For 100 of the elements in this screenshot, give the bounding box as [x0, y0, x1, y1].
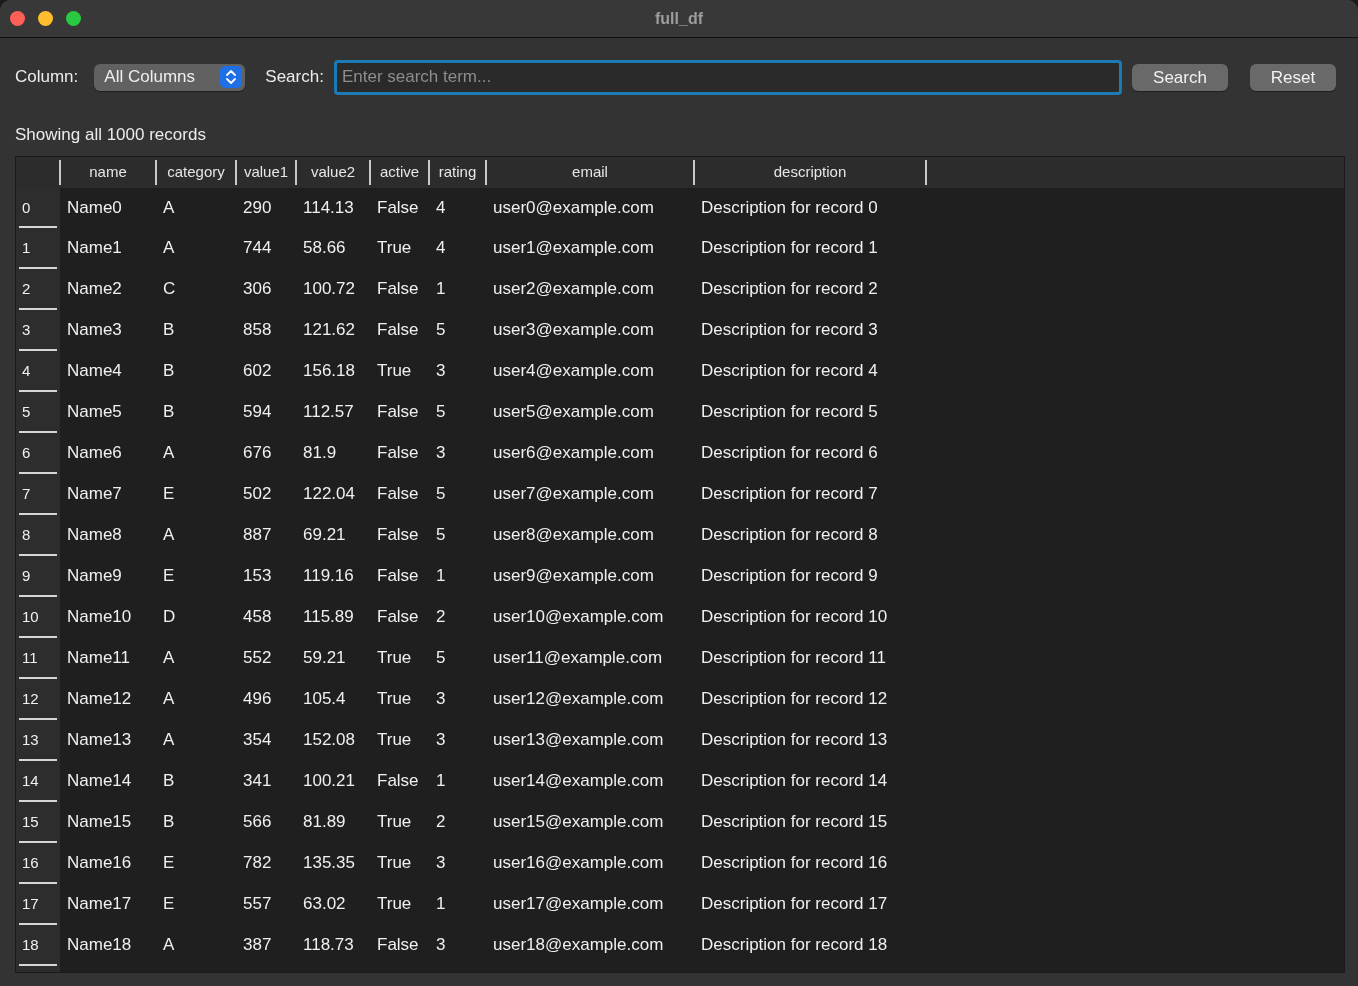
table-cell-text: False [376, 770, 420, 793]
table-cell-text: 100.72 [302, 278, 356, 301]
row-index[interactable]: 11 [16, 637, 60, 679]
table-cell-text: user7@example.com [492, 483, 655, 506]
table-cell-text: 69.21 [302, 524, 347, 547]
row-index[interactable]: 8 [16, 514, 60, 556]
table-cell-text: user4@example.com [492, 360, 655, 383]
row-index[interactable]: 12 [16, 678, 60, 720]
table-cell-text: True [376, 852, 413, 875]
row-index[interactable]: 16 [16, 842, 60, 884]
table-cell-text: Description for record 13 [700, 729, 889, 752]
search-label: Search: [265, 66, 324, 89]
row-index[interactable]: 5 [16, 391, 60, 433]
table-cell-text: False [376, 442, 420, 465]
table-cell-text: 502 [242, 483, 273, 506]
table-cell-text: Description for record 7 [700, 483, 879, 506]
table-cell-text: 782 [242, 852, 273, 875]
row-index[interactable]: 1 [16, 227, 60, 269]
table-cell-text: A [162, 237, 176, 260]
table-cell-text: True [376, 893, 413, 916]
column-header[interactable]: name [60, 158, 156, 187]
table-cell-text: Name3 [66, 319, 123, 342]
table-cell: Description for record 0 [694, 186, 926, 228]
table-cell-text: B [162, 811, 176, 834]
row-index[interactable]: 10 [16, 596, 60, 638]
table-cell-text: Description for record 3 [700, 319, 879, 342]
table-cell-text: Description for record 6 [700, 442, 879, 465]
table-cell-text: 3 [435, 934, 447, 957]
table-cell-text: 557 [242, 893, 273, 916]
table-cell-text: 5 [435, 401, 447, 424]
table-cell-text: 59.21 [302, 647, 347, 670]
table-cell-text: Name6 [66, 442, 123, 465]
row-index[interactable]: 7 [16, 473, 60, 515]
table-cell-text: user15@example.com [492, 811, 665, 834]
table-cell-text: False [376, 483, 420, 506]
table-cell-text: True [376, 360, 413, 383]
row-index[interactable]: 6 [16, 432, 60, 474]
table-cell-text: Description for record 1 [700, 237, 879, 260]
table-cell-text: Description for record 14 [700, 770, 889, 793]
table-cell-text: Name12 [66, 688, 133, 711]
column-header[interactable]: category [156, 158, 236, 187]
table-cell-text: user6@example.com [492, 442, 655, 465]
row-index[interactable]: 4 [16, 350, 60, 392]
column-select[interactable]: All Columns [94, 63, 246, 91]
row-index[interactable]: 18 [16, 924, 60, 966]
row-index[interactable]: 14 [16, 760, 60, 802]
column-header[interactable]: rating [429, 158, 486, 187]
table-cell-text: 118.73 [302, 934, 355, 957]
table-cell-text: B [162, 360, 176, 383]
column-header[interactable]: description [694, 158, 926, 187]
table-cell-text: B [162, 401, 176, 424]
table-cell-text: user2@example.com [492, 278, 655, 301]
minimize-icon[interactable] [38, 11, 53, 26]
table-cell-text: 3 [435, 688, 447, 711]
search-field[interactable]: Enter search term... [333, 59, 1122, 95]
column-header[interactable]: value2 [296, 158, 370, 187]
column-header[interactable]: value1 [236, 158, 296, 187]
row-index[interactable]: 15 [16, 801, 60, 843]
table-cell-text: Description for record 10 [700, 606, 889, 629]
table-cell-text: Description for record 4 [700, 360, 879, 383]
table-cell-text: Name16 [66, 852, 133, 875]
table-cell-text: 63.02 [302, 893, 347, 916]
column-header[interactable]: email [486, 158, 694, 187]
table-cell-text: 115.89 [302, 606, 355, 629]
table-cell-text: Description for record 11 [700, 647, 887, 670]
table-cell-text: Description for record 17 [700, 893, 889, 916]
reset-button[interactable]: Reset [1250, 63, 1336, 91]
table-cell-text: user17@example.com [492, 893, 665, 916]
table-cell-text: 676 [242, 442, 273, 465]
table-cell-text: True [376, 237, 413, 260]
column-header[interactable]: active [370, 158, 429, 187]
table-cell-text: user12@example.com [492, 688, 665, 711]
close-icon[interactable] [10, 11, 25, 26]
table-cell-text: 121.62 [302, 319, 356, 342]
search-button[interactable]: Search [1132, 63, 1228, 91]
row-index[interactable]: 9 [16, 555, 60, 597]
row-index[interactable]: 13 [16, 719, 60, 761]
row-index[interactable]: 17 [16, 883, 60, 925]
table-cell-text: Description for record 12 [700, 688, 889, 711]
table-cell-text: 119.16 [302, 565, 355, 588]
table-cell-text: Description for record 5 [700, 401, 879, 424]
table-cell-text: 100.21 [302, 770, 356, 793]
table-cell-text: Name17 [66, 893, 133, 916]
row-index[interactable]: 0 [16, 186, 60, 228]
table-cell-text: Name8 [66, 524, 123, 547]
table-cell: user0@example.com [486, 186, 694, 228]
table-cell-text: Name14 [66, 770, 133, 793]
table-cell-text: 5 [435, 647, 447, 670]
row-index[interactable]: 2 [16, 268, 60, 310]
table-cell-text: False [376, 606, 420, 629]
table-cell-text: 5 [435, 319, 447, 342]
table-cell: 290 [236, 186, 296, 228]
table-cell-text: 744 [242, 237, 273, 260]
table-cell-text: 1 [435, 565, 447, 588]
table-cell-text: True [376, 647, 413, 670]
row-index[interactable]: 3 [16, 309, 60, 351]
zoom-icon[interactable] [66, 11, 81, 26]
table-cell-text: False [376, 319, 420, 342]
table-cell-text: E [162, 565, 176, 588]
table-cell-text: 2 [435, 606, 447, 629]
